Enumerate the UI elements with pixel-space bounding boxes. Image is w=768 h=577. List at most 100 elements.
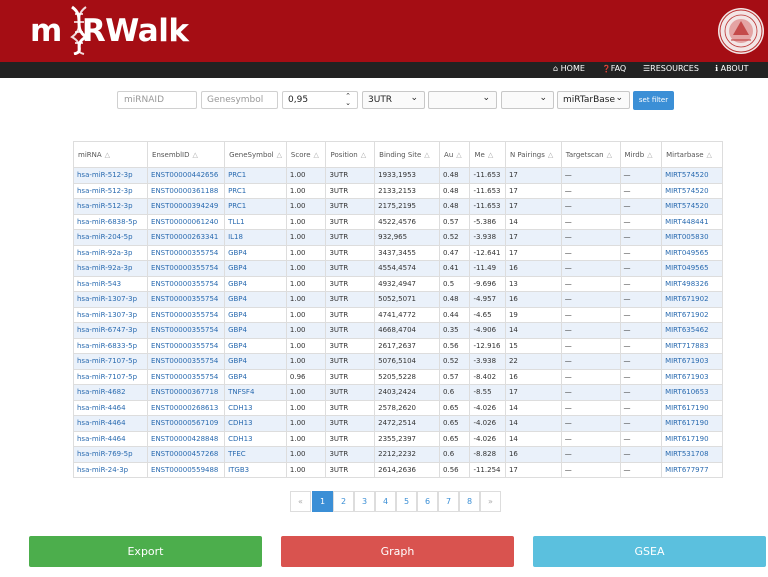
table-cell[interactable]: hsa-miR-512-3p: [72, 167, 149, 184]
table-cell[interactable]: hsa-miR-92a-3p: [72, 244, 149, 261]
table-cell[interactable]: ENST00000394249: [147, 198, 226, 215]
table-cell[interactable]: MIRT049565: [661, 260, 723, 277]
table-cell[interactable]: ENST00000355754: [147, 353, 226, 370]
table-cell[interactable]: ENST00000268613: [147, 399, 226, 416]
table-cell[interactable]: ENST00000428848: [147, 430, 226, 447]
table-cell[interactable]: ENST00000559488: [147, 461, 226, 478]
table-cell[interactable]: ENST00000442656: [147, 167, 226, 184]
table-cell[interactable]: hsa-miR-4682: [72, 384, 149, 401]
table-cell[interactable]: CDH13: [224, 415, 287, 432]
table-cell[interactable]: CDH13: [224, 430, 287, 447]
table-cell[interactable]: TLL1: [224, 213, 287, 230]
table-cell[interactable]: ENST00000355754: [147, 322, 226, 339]
table-cell[interactable]: MIRT531708: [661, 446, 723, 463]
table-cell[interactable]: MIRT005830: [661, 229, 723, 246]
table-cell[interactable]: hsa-miR-4464: [72, 430, 149, 447]
column-header[interactable]: Score △: [285, 141, 327, 168]
table-cell[interactable]: MIRT610653: [661, 384, 723, 401]
column-header[interactable]: Targetscan △: [560, 141, 621, 168]
table-cell[interactable]: MIRT717883: [661, 337, 723, 354]
graph-button[interactable]: Graph: [281, 536, 514, 567]
pagination-page-7[interactable]: 7: [438, 491, 459, 512]
site-logo[interactable]: m RWalk: [30, 13, 189, 49]
pagination-page-5[interactable]: 5: [396, 491, 417, 512]
table-cell[interactable]: MIRT049565: [661, 244, 723, 261]
column-header[interactable]: Au △: [439, 141, 471, 168]
table-cell[interactable]: PRC1: [224, 182, 287, 199]
pagination-prev[interactable]: «: [290, 491, 311, 512]
table-cell[interactable]: hsa-miR-543: [72, 275, 149, 292]
table-cell[interactable]: MIRT677977: [661, 461, 723, 478]
table-cell[interactable]: ITGB3: [224, 461, 287, 478]
table-cell[interactable]: ENST00000367718: [147, 384, 226, 401]
table-cell[interactable]: hsa-miR-6747-3p: [72, 322, 149, 339]
table-cell[interactable]: GBP4: [224, 353, 287, 370]
table-cell[interactable]: ENST00000355754: [147, 291, 226, 308]
pagination-page-1[interactable]: 1: [312, 491, 333, 512]
table-cell[interactable]: MIRT574520: [661, 182, 723, 199]
table-cell[interactable]: MIRT671902: [661, 306, 723, 323]
table-cell[interactable]: IL18: [224, 229, 287, 246]
table-cell[interactable]: hsa-miR-204-5p: [72, 229, 149, 246]
filter-select-3[interactable]: ⌄: [501, 91, 554, 109]
table-cell[interactable]: CDH13: [224, 399, 287, 416]
table-cell[interactable]: hsa-miR-512-3p: [72, 182, 149, 199]
table-cell[interactable]: MIRT574520: [661, 167, 723, 184]
pagination-page-6[interactable]: 6: [417, 491, 438, 512]
table-cell[interactable]: MIRT617190: [661, 399, 723, 416]
table-cell[interactable]: ENST00000355754: [147, 306, 226, 323]
table-cell[interactable]: ENST00000567109: [147, 415, 226, 432]
table-cell[interactable]: GBP4: [224, 368, 287, 385]
table-cell[interactable]: ENST00000355754: [147, 337, 226, 354]
table-cell[interactable]: GBP4: [224, 337, 287, 354]
table-cell[interactable]: hsa-miR-4464: [72, 415, 149, 432]
table-cell[interactable]: hsa-miR-1307-3p: [72, 306, 149, 323]
position-select[interactable]: 3UTR ⌄: [362, 91, 425, 109]
table-cell[interactable]: ENST00000457268: [147, 446, 226, 463]
table-cell[interactable]: ENST00000361188: [147, 182, 226, 199]
table-cell[interactable]: hsa-miR-24-3p: [72, 461, 149, 478]
pagination-page-4[interactable]: 4: [375, 491, 396, 512]
pagination-page-8[interactable]: 8: [459, 491, 480, 512]
table-cell[interactable]: hsa-miR-7107-5p: [72, 353, 149, 370]
table-cell[interactable]: hsa-miR-7107-5p: [72, 368, 149, 385]
database-select[interactable]: miRTarBase ⌄: [557, 91, 630, 109]
table-cell[interactable]: TFEC: [224, 446, 287, 463]
table-cell[interactable]: GBP4: [224, 291, 287, 308]
table-cell[interactable]: TNFSF4: [224, 384, 287, 401]
score-stepper[interactable]: 0,95 ⌃ ⌄: [282, 91, 358, 109]
table-cell[interactable]: MIRT574520: [661, 198, 723, 215]
table-cell[interactable]: GBP4: [224, 244, 287, 261]
column-header[interactable]: Me △: [469, 141, 506, 168]
table-cell[interactable]: hsa-miR-769-5p: [72, 446, 149, 463]
table-cell[interactable]: hsa-miR-4464: [72, 399, 149, 416]
table-cell[interactable]: MIRT671903: [661, 368, 723, 385]
nav-home[interactable]: ⌂ HOME: [553, 64, 585, 73]
pagination-page-2[interactable]: 2: [333, 491, 354, 512]
filter-select-2[interactable]: ⌄: [428, 91, 497, 109]
table-cell[interactable]: MIRT635462: [661, 322, 723, 339]
table-cell[interactable]: MIRT617190: [661, 430, 723, 447]
table-cell[interactable]: ENST00000355754: [147, 244, 226, 261]
table-cell[interactable]: hsa-miR-6833-5p: [72, 337, 149, 354]
table-cell[interactable]: ENST00000355754: [147, 260, 226, 277]
column-header[interactable]: Binding Site △: [374, 141, 441, 168]
table-cell[interactable]: hsa-miR-512-3p: [72, 198, 149, 215]
table-cell[interactable]: hsa-miR-92a-3p: [72, 260, 149, 277]
table-cell[interactable]: MIRT498326: [661, 275, 723, 292]
mirna-id-input[interactable]: miRNAID: [117, 91, 197, 109]
pagination-next[interactable]: »: [480, 491, 501, 512]
pagination-page-3[interactable]: 3: [354, 491, 375, 512]
nav-faq[interactable]: ❓FAQ: [602, 64, 626, 73]
table-cell[interactable]: MIRT671902: [661, 291, 723, 308]
column-header[interactable]: Position △: [325, 141, 376, 168]
table-cell[interactable]: MIRT448441: [661, 213, 723, 230]
export-button[interactable]: Export: [29, 536, 262, 567]
table-cell[interactable]: PRC1: [224, 198, 287, 215]
table-cell[interactable]: GBP4: [224, 322, 287, 339]
table-cell[interactable]: hsa-miR-1307-3p: [72, 291, 149, 308]
table-cell[interactable]: GBP4: [224, 260, 287, 277]
table-cell[interactable]: hsa-miR-6838-5p: [72, 213, 149, 230]
column-header[interactable]: EnsemblID △: [147, 141, 226, 168]
column-header[interactable]: miRNA △: [72, 141, 149, 168]
